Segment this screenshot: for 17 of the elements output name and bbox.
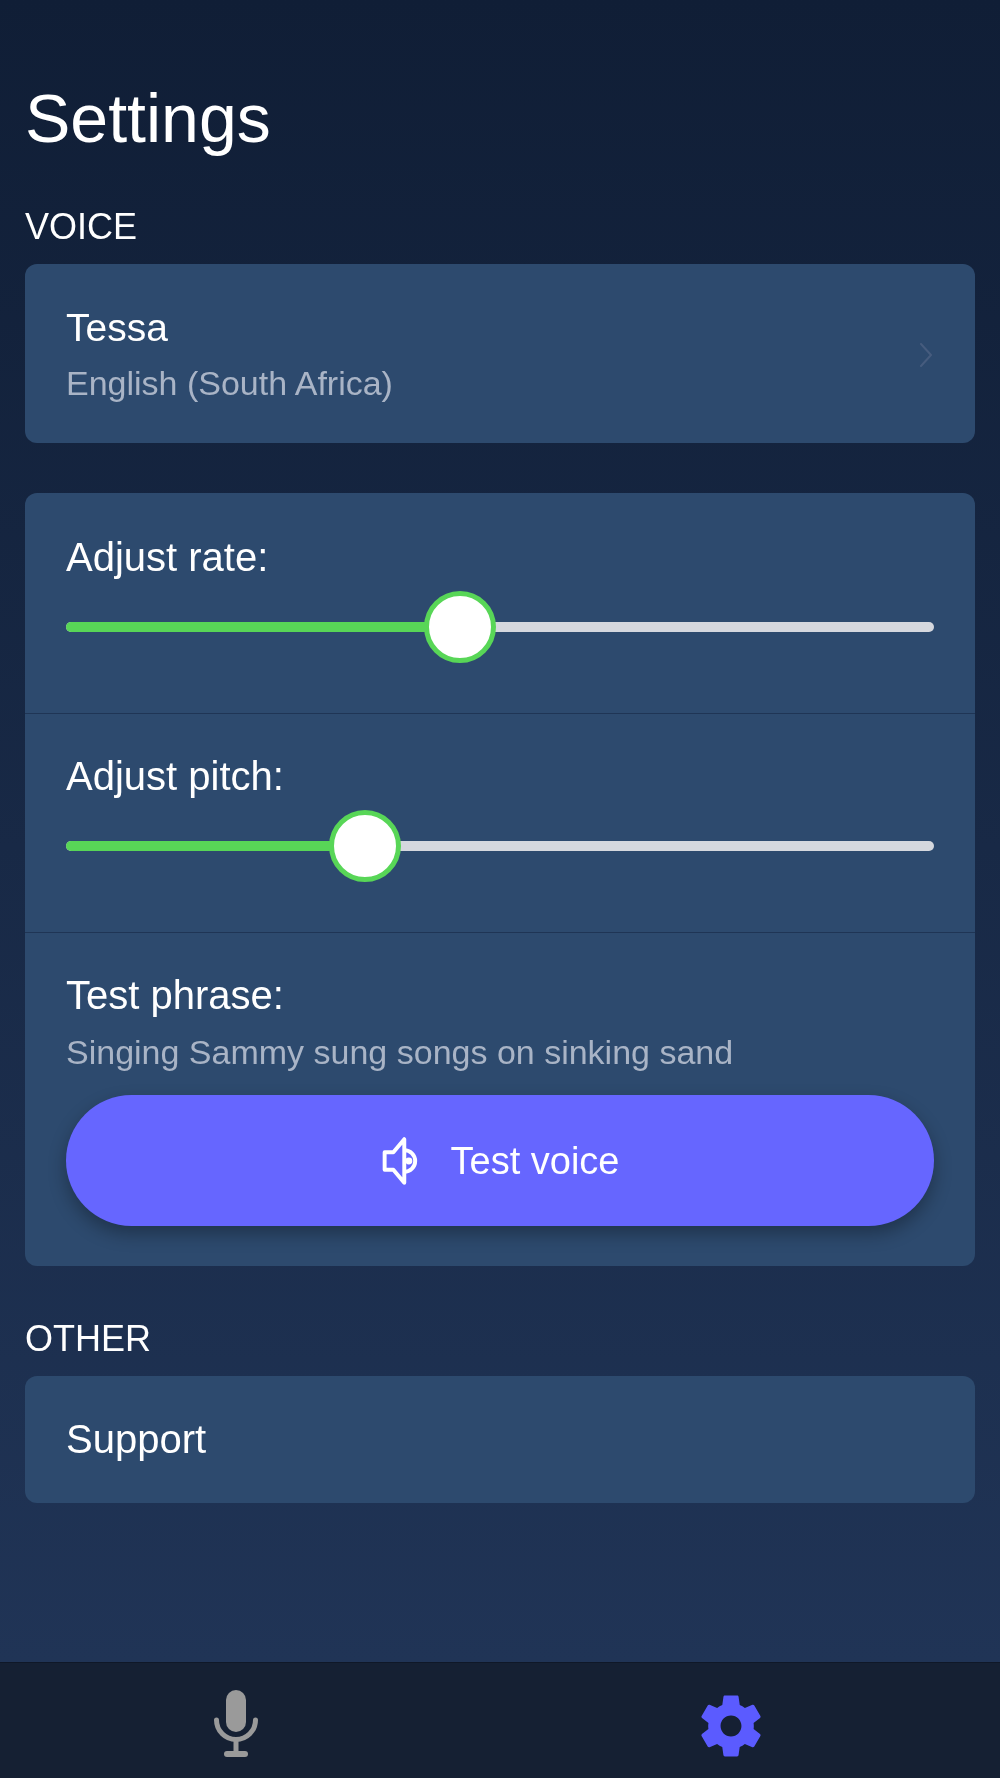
page-title: Settings: [25, 80, 272, 156]
chevron-icon: [920, 342, 932, 367]
phrase-label: Test phrase:: [66, 972, 285, 1019]
slider-track[interactable]: [66, 591, 934, 663]
microphone-icon: [212, 1690, 259, 1757]
voice-selector[interactable]: Tessa English (South Africa): [25, 264, 975, 443]
test-voice-button[interactable]: Test voice: [66, 1095, 934, 1226]
support-item[interactable]: Support: [25, 1376, 975, 1503]
slider-label: Adjust pitch:: [66, 753, 285, 800]
section-heading: OTHER: [25, 1317, 152, 1361]
voice-name: Tessa: [66, 305, 169, 351]
voice-language: English (South Africa): [66, 363, 393, 404]
section-heading: VOICE: [25, 205, 139, 249]
slider-track[interactable]: [66, 810, 934, 882]
settings-icon: [699, 1694, 762, 1758]
slider-label: Adjust rate:: [66, 534, 270, 581]
test-phrase: Singing Sammy sung songs on sinking sand: [66, 1032, 735, 1073]
